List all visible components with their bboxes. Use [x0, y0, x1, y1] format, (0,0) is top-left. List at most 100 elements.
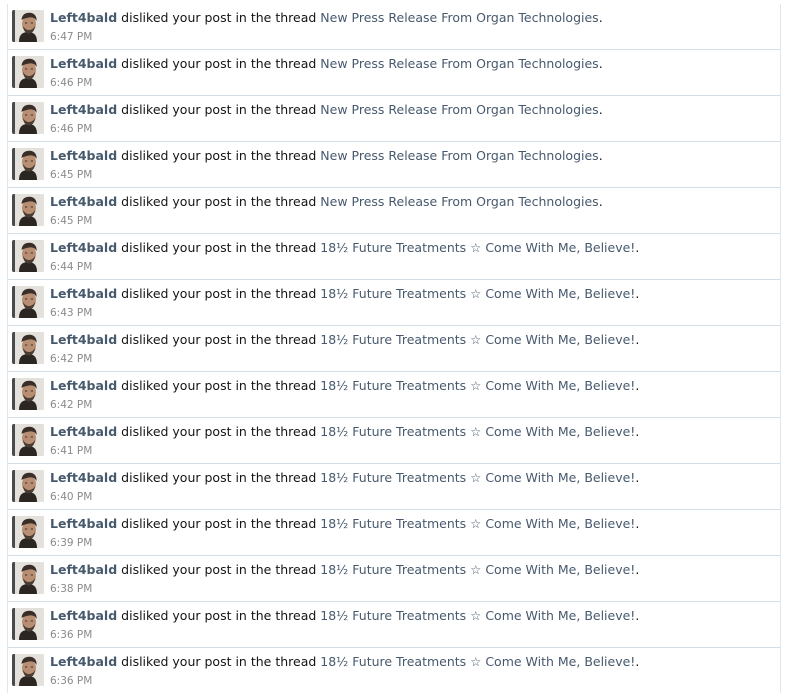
avatar[interactable] [12, 56, 44, 88]
alert-item: Left4bald disliked your post in the thre… [8, 418, 780, 464]
username-link[interactable]: Left4bald [50, 654, 117, 669]
alert-end: . [598, 56, 603, 71]
avatar[interactable] [12, 102, 44, 134]
thread-link[interactable]: New Press Release From Organ Technologie… [320, 102, 598, 117]
username-link[interactable]: Left4bald [50, 470, 117, 485]
avatar[interactable] [12, 286, 44, 318]
username-link[interactable]: Left4bald [50, 56, 117, 71]
alert-action: disliked your post in the thread [121, 148, 317, 163]
alert-end: . [635, 240, 640, 255]
alert-action: disliked your post in the thread [121, 240, 317, 255]
avatar[interactable] [12, 516, 44, 548]
avatar[interactable] [12, 240, 44, 272]
alert-time: 6:36 PM [50, 629, 93, 641]
alert-item: Left4bald disliked your post in the thre… [8, 326, 780, 372]
alert-text: Left4bald disliked your post in the thre… [50, 654, 639, 670]
alert-end: . [598, 194, 603, 209]
avatar[interactable] [12, 470, 44, 502]
thread-link[interactable]: 18½ Future Treatments ☆ Come With Me, Be… [320, 424, 635, 439]
alert-end: . [635, 378, 640, 393]
alert-item: Left4bald disliked your post in the thre… [8, 142, 780, 188]
alert-text: Left4bald disliked your post in the thre… [50, 102, 603, 118]
thread-link[interactable]: 18½ Future Treatments ☆ Come With Me, Be… [320, 240, 635, 255]
thread-link[interactable]: 18½ Future Treatments ☆ Come With Me, Be… [320, 516, 635, 531]
alert-end: . [635, 286, 640, 301]
alert-end: . [635, 608, 640, 623]
alert-item: Left4bald disliked your post in the thre… [8, 96, 780, 142]
username-link[interactable]: Left4bald [50, 10, 117, 25]
username-link[interactable]: Left4bald [50, 240, 117, 255]
alert-time: 6:36 PM [50, 675, 93, 687]
alert-time: 6:45 PM [50, 215, 93, 227]
alert-text: Left4bald disliked your post in the thre… [50, 608, 639, 624]
alert-text: Left4bald disliked your post in the thre… [50, 194, 603, 210]
thread-link[interactable]: New Press Release From Organ Technologie… [320, 194, 598, 209]
username-link[interactable]: Left4bald [50, 194, 117, 209]
thread-link[interactable]: 18½ Future Treatments ☆ Come With Me, Be… [320, 608, 635, 623]
thread-link[interactable]: New Press Release From Organ Technologie… [320, 148, 598, 163]
alert-item: Left4bald disliked your post in the thre… [8, 464, 780, 510]
alert-time: 6:41 PM [50, 445, 93, 457]
alert-action: disliked your post in the thread [121, 562, 317, 577]
avatar[interactable] [12, 424, 44, 456]
thread-link[interactable]: 18½ Future Treatments ☆ Come With Me, Be… [320, 654, 635, 669]
alert-text: Left4bald disliked your post in the thre… [50, 56, 603, 72]
avatar[interactable] [12, 654, 44, 686]
alert-action: disliked your post in the thread [121, 10, 317, 25]
alert-end: . [635, 332, 640, 347]
alert-action: disliked your post in the thread [121, 424, 317, 439]
username-link[interactable]: Left4bald [50, 516, 117, 531]
alert-end: . [635, 470, 640, 485]
avatar[interactable] [12, 378, 44, 410]
alert-action: disliked your post in the thread [121, 286, 317, 301]
alert-item: Left4bald disliked your post in the thre… [8, 602, 780, 648]
alert-item: Left4bald disliked your post in the thre… [8, 372, 780, 418]
thread-link[interactable]: 18½ Future Treatments ☆ Come With Me, Be… [320, 562, 635, 577]
alert-time: 6:43 PM [50, 307, 93, 319]
username-link[interactable]: Left4bald [50, 562, 117, 577]
avatar[interactable] [12, 608, 44, 640]
alert-text: Left4bald disliked your post in the thre… [50, 516, 639, 532]
avatar[interactable] [12, 10, 44, 42]
avatar[interactable] [12, 194, 44, 226]
alert-time: 6:42 PM [50, 399, 93, 411]
username-link[interactable]: Left4bald [50, 608, 117, 623]
username-link[interactable]: Left4bald [50, 102, 117, 117]
alert-end: . [635, 562, 640, 577]
alert-text: Left4bald disliked your post in the thre… [50, 332, 639, 348]
alert-end: . [635, 516, 640, 531]
username-link[interactable]: Left4bald [50, 286, 117, 301]
avatar[interactable] [12, 148, 44, 180]
alert-item: Left4bald disliked your post in the thre… [8, 648, 780, 693]
thread-link[interactable]: 18½ Future Treatments ☆ Come With Me, Be… [320, 332, 635, 347]
alert-item: Left4bald disliked your post in the thre… [8, 556, 780, 602]
alert-time: 6:44 PM [50, 261, 93, 273]
alert-item: Left4bald disliked your post in the thre… [8, 234, 780, 280]
alert-end: . [598, 10, 603, 25]
alert-action: disliked your post in the thread [121, 378, 317, 393]
username-link[interactable]: Left4bald [50, 424, 117, 439]
avatar[interactable] [12, 332, 44, 364]
alert-item: Left4bald disliked your post in the thre… [8, 188, 780, 234]
thread-link[interactable]: New Press Release From Organ Technologie… [320, 10, 598, 25]
thread-link[interactable]: 18½ Future Treatments ☆ Come With Me, Be… [320, 470, 635, 485]
thread-link[interactable]: 18½ Future Treatments ☆ Come With Me, Be… [320, 378, 635, 393]
alert-action: disliked your post in the thread [121, 654, 317, 669]
alert-text: Left4bald disliked your post in the thre… [50, 424, 639, 440]
username-link[interactable]: Left4bald [50, 332, 117, 347]
alerts-list: Left4bald disliked your post in the thre… [7, 4, 781, 693]
thread-link[interactable]: New Press Release From Organ Technologie… [320, 56, 598, 71]
alert-time: 6:39 PM [50, 537, 93, 549]
alert-time: 6:46 PM [50, 123, 93, 135]
alert-end: . [598, 102, 603, 117]
alert-text: Left4bald disliked your post in the thre… [50, 470, 639, 486]
alert-action: disliked your post in the thread [121, 516, 317, 531]
thread-link[interactable]: 18½ Future Treatments ☆ Come With Me, Be… [320, 286, 635, 301]
alert-action: disliked your post in the thread [121, 332, 317, 347]
avatar[interactable] [12, 562, 44, 594]
username-link[interactable]: Left4bald [50, 148, 117, 163]
alert-item: Left4bald disliked your post in the thre… [8, 510, 780, 556]
alert-time: 6:46 PM [50, 77, 93, 89]
username-link[interactable]: Left4bald [50, 378, 117, 393]
alert-action: disliked your post in the thread [121, 56, 317, 71]
